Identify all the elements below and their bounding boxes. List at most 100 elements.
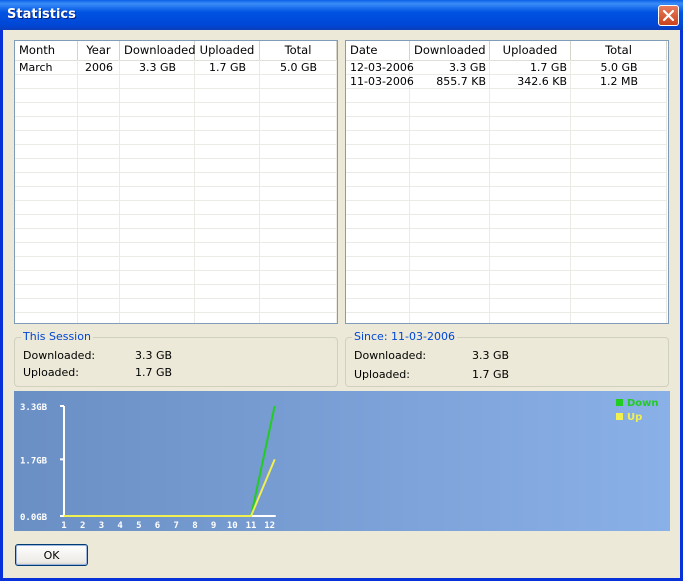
daily-row-divider	[346, 158, 667, 159]
since-uploaded-label: Uploaded:	[354, 368, 410, 381]
monthly-col-header[interactable]: Month	[15, 41, 78, 60]
transfer-chart: 3.3GB 1.7GB 0.0GB 1 2 3 4 5 6 7 8 9 10 11 12 Down Up	[14, 391, 670, 531]
statistics-window: Statistics Month Year Downloaded Uploaded To…	[0, 0, 683, 581]
x-tick-label: 9	[211, 521, 216, 531]
daily-row-divider	[346, 214, 667, 215]
monthly-row-divider	[15, 228, 337, 229]
daily-row-divider	[346, 144, 667, 145]
y-tick-label: 0.0GB	[20, 513, 48, 523]
session-downloaded-label: Downloaded:	[23, 349, 96, 362]
monthly-row-divider	[15, 186, 337, 187]
daily-col-header[interactable]: Date	[346, 41, 410, 60]
title-bar[interactable]: Statistics	[0, 0, 683, 30]
session-uploaded-value: 1.7 GB	[135, 366, 173, 379]
daily-row-divider	[346, 284, 667, 285]
monthly-col-header[interactable]: Uploaded	[195, 41, 260, 60]
since-downloaded-label: Downloaded:	[354, 349, 427, 362]
x-tick-label: 5	[136, 521, 141, 531]
daily-cell: 5.0 GB	[600, 61, 638, 74]
daily-row-divider	[346, 242, 667, 243]
daily-row-divider	[346, 172, 667, 173]
daily-header: Date Downloaded Uploaded Total	[346, 41, 667, 61]
this-session-group: This Session Downloaded: 3.3 GB Uploaded…	[14, 330, 338, 387]
x-tick-label: 8	[192, 521, 197, 531]
session-uploaded-label: Uploaded:	[23, 366, 79, 379]
daily-row-divider	[346, 186, 667, 187]
monthly-row-divider	[15, 214, 337, 215]
daily-row-divider	[346, 116, 667, 117]
ok-button[interactable]: OK	[15, 544, 88, 566]
daily-row-divider	[346, 130, 667, 131]
series-line-up	[64, 458, 276, 517]
monthly-row[interactable]: March 2006 3.3 GB 1.7 GB 5.0 GB	[15, 61, 337, 75]
daily-cell: 3.3 GB	[448, 61, 486, 74]
legend-label-down: Down	[627, 398, 659, 409]
close-icon	[662, 9, 675, 22]
x-tick-label: 12	[264, 521, 275, 531]
x-tick-label: 6	[155, 521, 160, 531]
daily-row-divider	[346, 200, 667, 201]
monthly-row-divider	[15, 200, 337, 201]
monthly-cell: 3.3 GB	[138, 61, 177, 74]
this-session-legend: This Session	[21, 330, 93, 343]
monthly-row-divider	[15, 312, 337, 313]
daily-cell: 11-03-2006	[350, 75, 414, 88]
series-line-down	[64, 405, 276, 517]
daily-row-divider	[346, 228, 667, 229]
y-tick-label: 3.3GB	[20, 403, 48, 413]
monthly-cell: 5.0 GB	[279, 61, 318, 74]
daily-row[interactable]: 11-03-2006 855.7 KB 342.6 KB 1.2 MB	[346, 75, 667, 89]
monthly-row-divider	[15, 116, 337, 117]
daily-cell: 855.7 KB	[436, 75, 486, 88]
since-uploaded-value: 1.7 GB	[472, 368, 510, 381]
window-title: Statistics	[7, 7, 76, 22]
monthly-row-divider	[15, 102, 337, 103]
daily-row-divider	[346, 102, 667, 103]
monthly-row-divider	[15, 158, 337, 159]
monthly-row-divider	[15, 284, 337, 285]
daily-row[interactable]: 12-03-2006 3.3 GB 1.7 GB 5.0 GB	[346, 61, 667, 75]
daily-cell: 1.7 GB	[529, 61, 567, 74]
transfer-chart-svg: 3.3GB1.7GB0.0GB1 2 3 4 5 6 7 8 9 10 11 12DownUp	[20, 398, 659, 531]
close-button[interactable]	[658, 5, 679, 26]
monthly-row-divider	[15, 130, 337, 131]
monthly-row-divider	[15, 242, 337, 243]
daily-stats-table[interactable]: Date Downloaded Uploaded Total 12-03-2006 3.3…	[345, 40, 669, 324]
since-legend: Since: 11-03-2006	[352, 330, 457, 343]
daily-col-header[interactable]: Total	[571, 41, 667, 60]
y-tick-label: 1.7GB	[20, 456, 48, 466]
monthly-row-divider	[15, 172, 337, 173]
x-tick-label: 10	[227, 521, 238, 531]
daily-row-divider	[346, 312, 667, 313]
legend-swatch-up	[616, 413, 623, 420]
x-tick-label: 3	[99, 521, 104, 531]
daily-row-divider	[346, 256, 667, 257]
daily-col-header[interactable]: Uploaded	[490, 41, 571, 60]
monthly-cell: March	[19, 61, 53, 74]
daily-row-divider	[346, 270, 667, 271]
monthly-header: Month Year Downloaded Uploaded Total	[15, 41, 337, 61]
x-tick-label: 11	[246, 521, 257, 531]
monthly-row-divider	[15, 298, 337, 299]
daily-cell: 12-03-2006	[350, 61, 414, 74]
monthly-row-divider	[15, 256, 337, 257]
x-tick-label: 1	[61, 521, 66, 531]
monthly-col-header[interactable]: Year	[78, 41, 120, 60]
monthly-stats-table[interactable]: Month Year Downloaded Uploaded Total March 200…	[14, 40, 338, 324]
monthly-col-header[interactable]: Downloaded	[120, 41, 196, 60]
monthly-row-divider	[15, 270, 337, 271]
legend-label-up: Up	[627, 412, 642, 423]
daily-col-header[interactable]: Downloaded	[410, 41, 490, 60]
monthly-row-divider	[15, 88, 337, 89]
monthly-cell: 2006	[85, 61, 113, 74]
daily-cell: 1.2 MB	[599, 75, 639, 88]
x-tick-label: 2	[80, 521, 85, 531]
legend-swatch-down	[616, 399, 623, 406]
daily-row-divider	[346, 298, 667, 299]
monthly-cell: 1.7 GB	[208, 61, 247, 74]
session-downloaded-value: 3.3 GB	[135, 349, 173, 362]
since-downloaded-value: 3.3 GB	[472, 349, 510, 362]
monthly-row-divider	[15, 144, 337, 145]
monthly-col-header[interactable]: Total	[260, 41, 337, 60]
x-tick-label: 4	[117, 521, 123, 531]
